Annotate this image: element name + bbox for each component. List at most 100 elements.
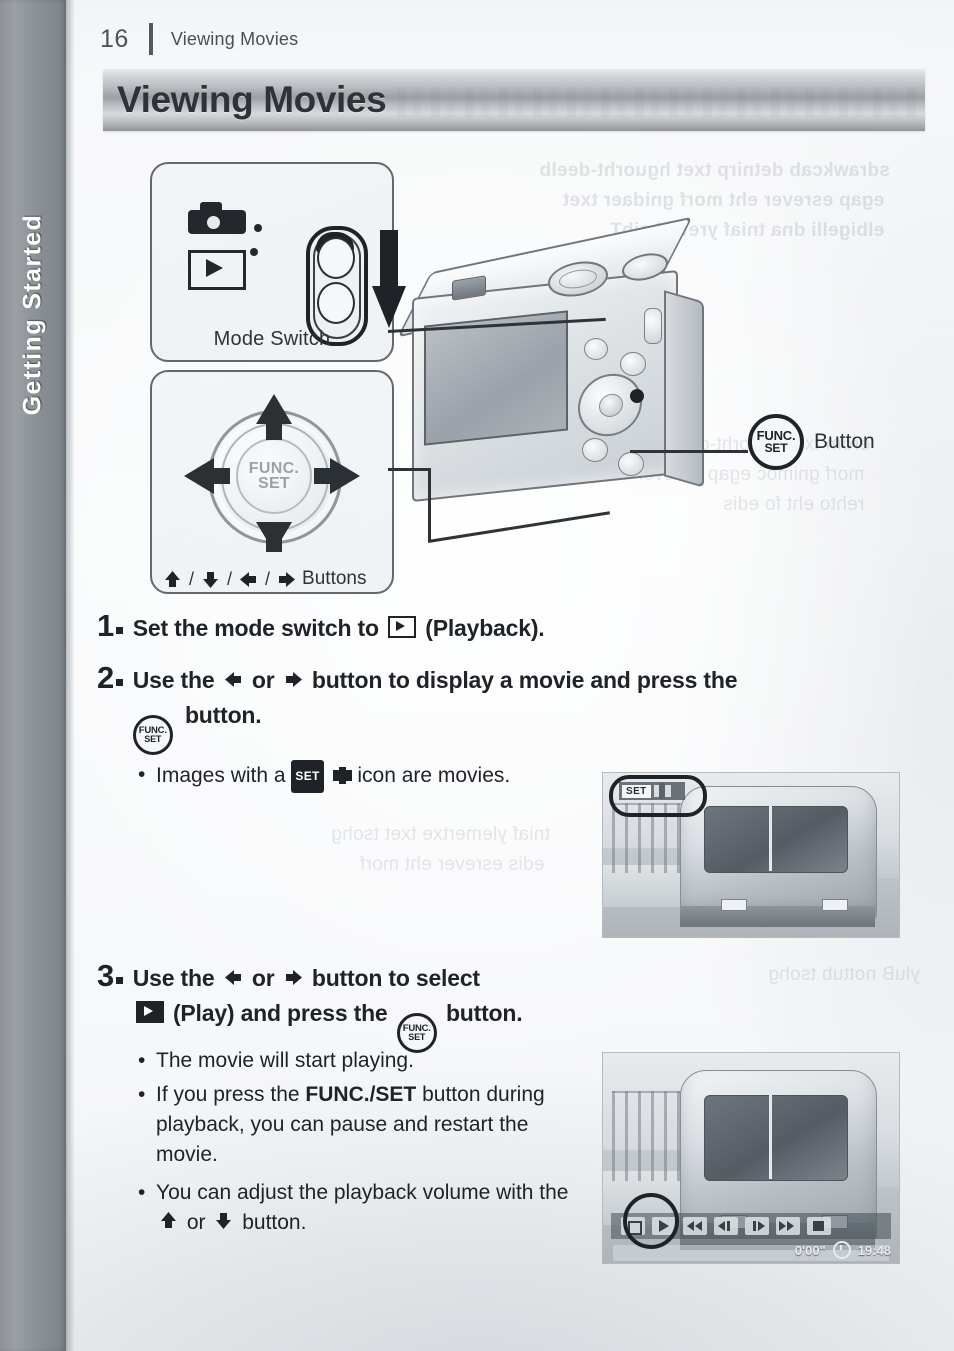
- playback-icon: [388, 616, 417, 638]
- right-arrow-icon: [284, 670, 303, 689]
- timestamp: 19:48: [857, 1242, 891, 1258]
- step-3-line1-b: or: [251, 965, 275, 991]
- ghost-text-block-3: tniaf ylemertxe txet tsohg edis esrever …: [330, 824, 550, 875]
- playback-info: 0'00" 19:48: [795, 1241, 891, 1259]
- down-arrow-icon: [256, 522, 292, 552]
- shot1-headlight-left: [721, 898, 748, 911]
- bullet-dot: •: [138, 1083, 146, 1106]
- camera-button-b: [620, 352, 646, 376]
- camera-menu-button: [618, 452, 644, 476]
- step-2-text: Use the or button to display a movie and…: [132, 663, 738, 755]
- leader-line-func-set: [630, 450, 748, 453]
- step-2-line1-c: button to display a movie and press the: [311, 667, 738, 693]
- mode-switch-icons: [188, 202, 406, 346]
- ghost-text-block-4: yluB nottub tsohg: [768, 964, 920, 985]
- movie-icon: [332, 767, 352, 784]
- left-arrow-icon: [224, 968, 243, 987]
- up-arrow-icon: [163, 570, 182, 589]
- step-3-line1-c: button to select: [311, 965, 480, 991]
- step-2: 2 Use the or button to display a movie a…: [97, 660, 937, 755]
- running-head-divider: [148, 23, 153, 55]
- func-set-line1: FUNC.: [248, 460, 300, 477]
- camera-side-face: [664, 290, 704, 488]
- func-set-icon: FUNC. SET: [748, 414, 804, 470]
- camera-func-set-button: [630, 389, 644, 403]
- func-set-center-button[interactable]: FUNC. SET: [236, 438, 312, 514]
- step-2-line1-a: Use the: [132, 667, 215, 693]
- camera-button-a: [584, 338, 608, 360]
- running-head: 16 Viewing Movies: [100, 20, 298, 58]
- camera-mode-dot: [254, 224, 262, 232]
- fast-forward-icon[interactable]: [776, 1217, 800, 1235]
- shot1-windshield: [703, 805, 848, 874]
- down-arrow-icon: [201, 570, 220, 589]
- step-1-number: 1: [97, 608, 123, 644]
- bullet-dot: •: [138, 763, 146, 786]
- step-3-bullet-2-before: If you press the: [156, 1083, 300, 1106]
- fs-l2b: SET: [408, 1032, 426, 1042]
- step-1-text: Set the mode switch to (Playback).: [133, 611, 545, 646]
- step-1-text-after: (Playback).: [425, 615, 545, 641]
- playback-icon: [188, 250, 246, 290]
- right-arrow-icon: [277, 570, 296, 589]
- step-3-bullet-3-before: You can adjust the playback volume with …: [156, 1181, 569, 1204]
- direction-pad-art: FUNC. SET: [178, 388, 366, 560]
- step-3: 3 Use the or button to select (Play) and…: [97, 958, 617, 1053]
- previous-frame-icon[interactable]: [714, 1217, 738, 1235]
- shot2-windshield: [703, 1095, 848, 1181]
- separator-2: /: [227, 568, 233, 589]
- buttons-word: Buttons: [302, 568, 367, 589]
- running-head-title: Viewing Movies: [170, 28, 299, 49]
- direction-buttons-label: / / / Buttons: [160, 568, 366, 590]
- side-tab-label: Getting Started: [18, 213, 47, 416]
- step-3-line2-a: (Play) and press the: [172, 1000, 388, 1026]
- down-arrow-icon: [214, 1211, 233, 1230]
- left-arrow-icon: [184, 458, 230, 494]
- mode-switch-callout: Mode Switch: [150, 162, 406, 362]
- leader-line-pad-1: [388, 468, 430, 471]
- step-3-text: Use the or button to select (Play) and p…: [133, 961, 523, 1053]
- step-1: 1 Set the mode switch to (Playback).: [97, 608, 545, 646]
- step-1-text-before: Set the mode switch to: [132, 615, 379, 641]
- rewind-icon[interactable]: [683, 1217, 707, 1235]
- bullet-dot: •: [138, 1181, 146, 1204]
- up-arrow-icon: [256, 394, 292, 440]
- oval-highlight: [609, 775, 707, 817]
- next-frame-icon[interactable]: [745, 1217, 769, 1235]
- set-badge-icon: SET: [291, 760, 324, 793]
- page-number: 16: [100, 24, 129, 53]
- clock-icon: [832, 1241, 851, 1259]
- step-3-bullet-3-after: button.: [242, 1211, 307, 1234]
- play-icon: [135, 1001, 164, 1023]
- mode-switch-label: Mode Switch: [213, 328, 331, 350]
- separator-1: /: [189, 568, 195, 589]
- right-arrow-icon: [284, 968, 303, 987]
- direction-buttons-callout: FUNC. SET / / / Buttons: [150, 370, 394, 594]
- step-3-bullet-1-text: The movie will start playing.: [156, 1049, 414, 1072]
- elapsed-time: 0'00": [794, 1242, 826, 1258]
- step-2-bullet-1: • Images with a SET icon are movies.: [138, 760, 608, 793]
- step-3-bullet-3: • You can adjust the playback volume wit…: [138, 1178, 588, 1238]
- func-set-button-legend: FUNC. SET Button: [748, 414, 875, 470]
- shot2-window-divider: [768, 1095, 772, 1179]
- movie-thumbnail-screenshot: SET: [602, 772, 900, 938]
- playback-mode-dot: [250, 248, 258, 256]
- step-3-line2-b: button.: [445, 1000, 523, 1026]
- func-set-icon: FUNC. SET: [132, 715, 173, 755]
- chapter-side-tab: Getting Started: [0, 0, 75, 1351]
- camera-zoom-lever: [644, 308, 662, 344]
- step-2-line2-text: button.: [184, 702, 262, 728]
- separator-3: /: [265, 568, 271, 589]
- left-arrow-icon: [224, 670, 243, 689]
- circle-highlight: [623, 1193, 679, 1249]
- stop-icon[interactable]: [807, 1217, 831, 1235]
- step-3-bullet-1: • The movie will start playing.: [138, 1046, 588, 1076]
- left-arrow-icon: [239, 570, 258, 589]
- func-set-icon-line2: SET: [764, 441, 788, 455]
- step-2-bullet-text-before: Images with a: [156, 764, 286, 787]
- right-arrow-icon: [314, 458, 360, 494]
- shot1-headlight-right: [822, 898, 848, 911]
- step-2-line1-b: or: [251, 667, 275, 693]
- up-arrow-icon: [159, 1211, 178, 1230]
- func-set-legend-label: Button: [814, 430, 875, 453]
